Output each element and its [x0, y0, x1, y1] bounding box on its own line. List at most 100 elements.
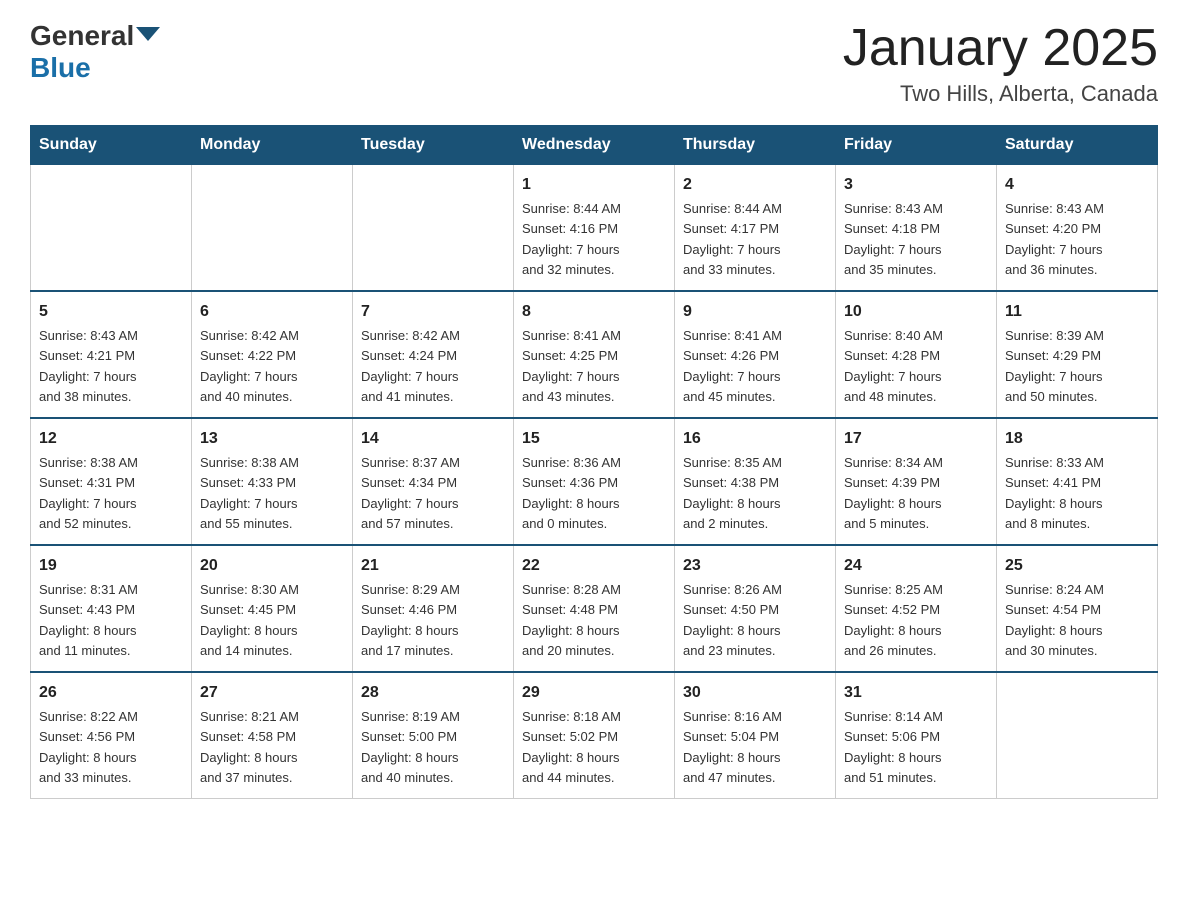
calendar-week-row: 12 Sunrise: 8:38 AMSunset: 4:31 PMDayligh…	[31, 418, 1158, 545]
calendar-cell: 8 Sunrise: 8:41 AMSunset: 4:25 PMDaylight…	[514, 291, 675, 418]
day-number: 27	[200, 681, 344, 705]
calendar-cell: 22Sunrise: 8:28 AMSunset: 4:48 PMDayligh…	[514, 545, 675, 672]
day-info: Sunrise: 8:24 AMSunset: 4:54 PMDaylight:…	[1005, 582, 1104, 658]
day-number: 7	[361, 300, 505, 324]
title-block: January 2025 Two Hills, Alberta, Canada	[843, 20, 1158, 107]
day-info: Sunrise: 8:42 AMSunset: 4:22 PMDaylight:…	[200, 328, 299, 404]
day-info: Sunrise: 8:25 AMSunset: 4:52 PMDaylight:…	[844, 582, 943, 658]
day-info: Sunrise: 8:38 AMSunset: 4:33 PMDaylight:…	[200, 455, 299, 531]
day-number: 16	[683, 427, 827, 451]
day-number: 12	[39, 427, 183, 451]
calendar-cell	[31, 165, 192, 292]
calendar-table: SundayMondayTuesdayWednesdayThursdayFrid…	[30, 125, 1158, 799]
day-number: 25	[1005, 554, 1149, 578]
day-number: 31	[844, 681, 988, 705]
day-number: 19	[39, 554, 183, 578]
calendar-subtitle: Two Hills, Alberta, Canada	[843, 81, 1158, 107]
calendar-cell: 6 Sunrise: 8:42 AMSunset: 4:22 PMDaylight…	[192, 291, 353, 418]
calendar-cell: 7 Sunrise: 8:42 AMSunset: 4:24 PMDaylight…	[353, 291, 514, 418]
day-number: 23	[683, 554, 827, 578]
day-number: 10	[844, 300, 988, 324]
calendar-cell: 12 Sunrise: 8:38 AMSunset: 4:31 PMDayligh…	[31, 418, 192, 545]
logo-general-label: General	[30, 20, 134, 52]
day-number: 17	[844, 427, 988, 451]
day-info: Sunrise: 8:38 AMSunset: 4:31 PMDaylight:…	[39, 455, 138, 531]
calendar-cell: 19Sunrise: 8:31 AMSunset: 4:43 PMDayligh…	[31, 545, 192, 672]
day-info: Sunrise: 8:22 AMSunset: 4:56 PMDaylight:…	[39, 709, 138, 785]
calendar-cell: 20Sunrise: 8:30 AMSunset: 4:45 PMDayligh…	[192, 545, 353, 672]
day-number: 18	[1005, 427, 1149, 451]
day-info: Sunrise: 8:29 AMSunset: 4:46 PMDaylight:…	[361, 582, 460, 658]
calendar-cell: 23 Sunrise: 8:26 AMSunset: 4:50 PMDayligh…	[675, 545, 836, 672]
calendar-cell: 9 Sunrise: 8:41 AMSunset: 4:26 PMDaylight…	[675, 291, 836, 418]
day-info: Sunrise: 8:43 AMSunset: 4:21 PMDaylight:…	[39, 328, 138, 404]
calendar-cell: 16 Sunrise: 8:35 AMSunset: 4:38 PMDayligh…	[675, 418, 836, 545]
day-info: Sunrise: 8:21 AMSunset: 4:58 PMDaylight:…	[200, 709, 299, 785]
logo-arrow-icon	[136, 27, 160, 41]
day-number: 6	[200, 300, 344, 324]
calendar-cell: 4 Sunrise: 8:43 AMSunset: 4:20 PMDaylight…	[997, 165, 1158, 292]
day-number: 28	[361, 681, 505, 705]
day-info: Sunrise: 8:44 AMSunset: 4:16 PMDaylight:…	[522, 201, 621, 277]
day-number: 30	[683, 681, 827, 705]
weekday-header-friday: Friday	[836, 126, 997, 165]
day-info: Sunrise: 8:44 AMSunset: 4:17 PMDaylight:…	[683, 201, 782, 277]
weekday-header-row: SundayMondayTuesdayWednesdayThursdayFrid…	[31, 126, 1158, 165]
day-info: Sunrise: 8:43 AMSunset: 4:20 PMDaylight:…	[1005, 201, 1104, 277]
calendar-cell	[353, 165, 514, 292]
calendar-cell: 3Sunrise: 8:43 AMSunset: 4:18 PMDaylight…	[836, 165, 997, 292]
day-number: 15	[522, 427, 666, 451]
weekday-header-wednesday: Wednesday	[514, 126, 675, 165]
day-info: Sunrise: 8:37 AMSunset: 4:34 PMDaylight:…	[361, 455, 460, 531]
day-number: 11	[1005, 300, 1149, 324]
day-info: Sunrise: 8:34 AMSunset: 4:39 PMDaylight:…	[844, 455, 943, 531]
weekday-header-saturday: Saturday	[997, 126, 1158, 165]
calendar-cell: 13 Sunrise: 8:38 AMSunset: 4:33 PMDayligh…	[192, 418, 353, 545]
calendar-week-row: 5 Sunrise: 8:43 AMSunset: 4:21 PMDaylight…	[31, 291, 1158, 418]
day-number: 9	[683, 300, 827, 324]
calendar-cell: 14 Sunrise: 8:37 AMSunset: 4:34 PMDayligh…	[353, 418, 514, 545]
calendar-week-row: 26 Sunrise: 8:22 AMSunset: 4:56 PMDayligh…	[31, 672, 1158, 799]
weekday-header-monday: Monday	[192, 126, 353, 165]
calendar-cell: 24 Sunrise: 8:25 AMSunset: 4:52 PMDayligh…	[836, 545, 997, 672]
calendar-cell	[997, 672, 1158, 799]
page-header: General Blue January 2025 Two Hills, Alb…	[30, 20, 1158, 107]
calendar-cell: 11Sunrise: 8:39 AMSunset: 4:29 PMDayligh…	[997, 291, 1158, 418]
day-number: 26	[39, 681, 183, 705]
day-info: Sunrise: 8:40 AMSunset: 4:28 PMDaylight:…	[844, 328, 943, 404]
day-number: 8	[522, 300, 666, 324]
calendar-week-row: 19Sunrise: 8:31 AMSunset: 4:43 PMDayligh…	[31, 545, 1158, 672]
day-number: 24	[844, 554, 988, 578]
day-info: Sunrise: 8:41 AMSunset: 4:26 PMDaylight:…	[683, 328, 782, 404]
logo-blue-label: Blue	[30, 52, 91, 84]
day-info: Sunrise: 8:41 AMSunset: 4:25 PMDaylight:…	[522, 328, 621, 404]
calendar-cell: 17 Sunrise: 8:34 AMSunset: 4:39 PMDayligh…	[836, 418, 997, 545]
day-number: 22	[522, 554, 666, 578]
day-number: 13	[200, 427, 344, 451]
calendar-cell: 10 Sunrise: 8:40 AMSunset: 4:28 PMDayligh…	[836, 291, 997, 418]
calendar-cell: 1 Sunrise: 8:44 AMSunset: 4:16 PMDaylight…	[514, 165, 675, 292]
day-number: 4	[1005, 173, 1149, 197]
day-number: 29	[522, 681, 666, 705]
calendar-cell: 28 Sunrise: 8:19 AMSunset: 5:00 PMDayligh…	[353, 672, 514, 799]
day-info: Sunrise: 8:35 AMSunset: 4:38 PMDaylight:…	[683, 455, 782, 531]
calendar-cell: 27 Sunrise: 8:21 AMSunset: 4:58 PMDayligh…	[192, 672, 353, 799]
weekday-header-thursday: Thursday	[675, 126, 836, 165]
calendar-cell: 26 Sunrise: 8:22 AMSunset: 4:56 PMDayligh…	[31, 672, 192, 799]
day-number: 2	[683, 173, 827, 197]
day-info: Sunrise: 8:26 AMSunset: 4:50 PMDaylight:…	[683, 582, 782, 658]
day-info: Sunrise: 8:18 AMSunset: 5:02 PMDaylight:…	[522, 709, 621, 785]
day-info: Sunrise: 8:33 AMSunset: 4:41 PMDaylight:…	[1005, 455, 1104, 531]
day-number: 5	[39, 300, 183, 324]
day-info: Sunrise: 8:42 AMSunset: 4:24 PMDaylight:…	[361, 328, 460, 404]
day-number: 14	[361, 427, 505, 451]
calendar-cell: 5 Sunrise: 8:43 AMSunset: 4:21 PMDaylight…	[31, 291, 192, 418]
day-number: 1	[522, 173, 666, 197]
calendar-cell: 18 Sunrise: 8:33 AMSunset: 4:41 PMDayligh…	[997, 418, 1158, 545]
day-info: Sunrise: 8:14 AMSunset: 5:06 PMDaylight:…	[844, 709, 943, 785]
day-number: 20	[200, 554, 344, 578]
day-info: Sunrise: 8:19 AMSunset: 5:00 PMDaylight:…	[361, 709, 460, 785]
calendar-cell: 21 Sunrise: 8:29 AMSunset: 4:46 PMDayligh…	[353, 545, 514, 672]
logo-general-text: General	[30, 20, 160, 52]
day-number: 21	[361, 554, 505, 578]
